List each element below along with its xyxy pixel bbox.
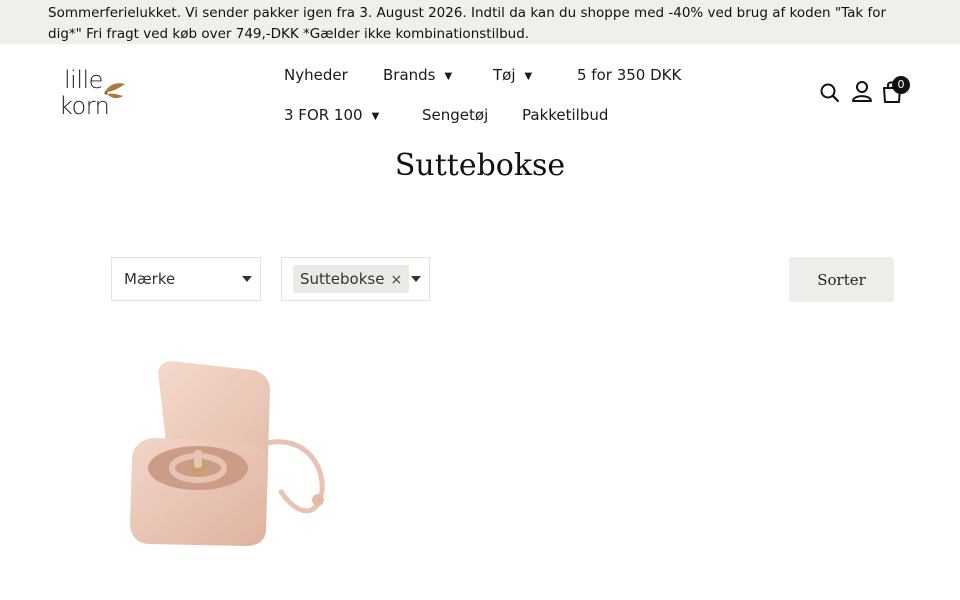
dropdown-arrow-icon (242, 276, 252, 282)
nav-item-3-for-100[interactable]: 3 FOR 100 ▼ (284, 98, 379, 132)
announcement-text: Sommerferielukket. Vi sender pakker igen… (48, 5, 887, 42)
nav-item-sengetoj[interactable]: Sengetøj (422, 98, 488, 132)
remove-chip-icon[interactable]: × (390, 272, 402, 288)
dropdown-arrow-icon (411, 276, 421, 282)
product-card[interactable] (120, 350, 340, 560)
brand-filter-placeholder: Mærke (124, 270, 176, 288)
nav-item-label: Brands (383, 66, 436, 84)
selected-category-chip: Suttebokse × (293, 265, 410, 293)
brand-filter-select[interactable]: Mærke (111, 257, 261, 301)
caret-down-icon: ▼ (444, 71, 453, 82)
nav-item-nyheder[interactable]: Nyheder (284, 58, 348, 92)
nav-item-label: Tøj (493, 66, 516, 84)
page-title: Suttebokse (394, 148, 566, 183)
user-icon[interactable] (850, 78, 874, 106)
site-logo[interactable]: lille korn (56, 66, 130, 124)
nav-item-brands[interactable]: Brands ▼ (383, 58, 452, 92)
pacifier-box-image (130, 361, 325, 546)
nav-item-label: Pakketilbud (522, 106, 609, 124)
nav-item-5-for-350[interactable]: 5 for 350 DKK (577, 58, 681, 92)
search-icon[interactable] (818, 78, 842, 106)
nav-item-label: 5 for 350 DKK (577, 66, 682, 84)
caret-down-icon: ▼ (371, 111, 380, 122)
nav-item-label: Nyheder (284, 66, 348, 84)
logo-text-line1: lille (64, 66, 103, 94)
cart-count-badge: 0 (892, 76, 910, 94)
announcement-bar: Sommerferielukket. Vi sender pakker igen… (0, 0, 960, 44)
caret-down-icon: ▼ (524, 71, 533, 82)
nav-item-toj[interactable]: Tøj ▼ (493, 58, 532, 92)
nav-item-label: Sengetøj (422, 106, 489, 124)
sort-button[interactable]: Sorter (789, 257, 894, 302)
chip-label: Suttebokse (300, 270, 385, 288)
nav-item-pakketilbud[interactable]: Pakketilbud (522, 98, 608, 132)
logo-text-line2: korn (59, 92, 110, 120)
category-filter-select[interactable]: Suttebokse × (281, 257, 430, 301)
nav-item-label: 3 FOR 100 (284, 106, 363, 124)
